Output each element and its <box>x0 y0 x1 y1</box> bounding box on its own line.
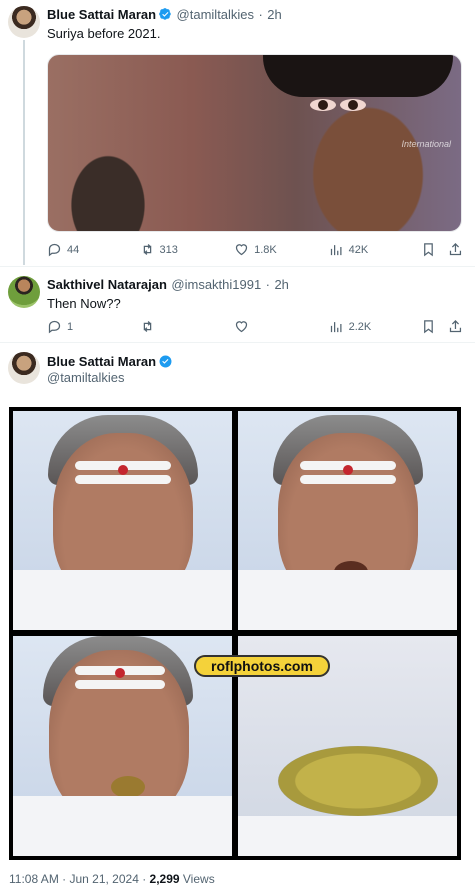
bookmark-icon[interactable] <box>421 242 436 257</box>
divider <box>0 342 475 343</box>
view-count: 2.2K <box>348 320 372 333</box>
media-panel <box>238 411 457 630</box>
divider <box>0 266 475 267</box>
thread-line <box>23 40 25 265</box>
author-name[interactable]: Blue Sattai Maran <box>47 354 156 369</box>
media-watermark: International <box>401 139 451 149</box>
avatar[interactable] <box>8 6 40 38</box>
media-figure-hair <box>263 55 453 97</box>
like-button[interactable]: 1.8K <box>234 242 329 257</box>
author-name[interactable]: Sakthivel Natarajan <box>47 277 167 292</box>
views-icon <box>330 245 342 256</box>
views-count: 2,299 <box>149 872 180 886</box>
avatar[interactable] <box>8 352 40 384</box>
views-icon <box>330 322 342 333</box>
author-name[interactable]: Blue Sattai Maran <box>47 7 156 22</box>
tweet-timestamp[interactable]: 11:08 AM · Jun 21, 2024 · <box>9 872 150 886</box>
like-count: 1.8K <box>254 243 277 256</box>
tweet-header: Sakthivel Natarajan @imsakthi1991 · 2h <box>47 276 289 294</box>
view-count: 42K <box>348 243 369 256</box>
views-button[interactable]: 2.2K <box>329 319 422 334</box>
media-watermark: roflphotos.com <box>194 655 330 677</box>
verified-badge-icon <box>159 8 171 20</box>
reply-icon <box>48 243 61 257</box>
author-block: Blue Sattai Maran <box>47 353 172 371</box>
media-figure-eye-left <box>310 99 336 111</box>
tweet-media-image[interactable]: International <box>47 54 462 232</box>
author-handle[interactable]: @imsakthi1991 <box>171 277 261 292</box>
share-icon[interactable] <box>448 242 463 257</box>
separator-dot: · <box>258 7 263 22</box>
separator-dot: · <box>265 277 270 292</box>
reply-count: 44 <box>67 243 80 256</box>
tweet-time[interactable]: 2h <box>267 7 281 22</box>
retweet-button[interactable]: 313 <box>140 242 235 257</box>
tweet-meta: 11:08 AM · Jun 21, 2024 · 2,299 Views <box>9 872 215 886</box>
like-icon <box>235 321 248 333</box>
views-button[interactable]: 42K <box>329 242 422 257</box>
share-icon[interactable] <box>448 319 463 334</box>
tweet-text: Then Now?? <box>47 296 121 311</box>
media-figure-eye-right <box>340 99 366 111</box>
retweet-icon <box>143 244 151 255</box>
reply-count: 1 <box>67 320 74 333</box>
tweet-text: Suriya before 2021. <box>47 26 161 41</box>
reply-button[interactable]: 44 <box>47 242 140 257</box>
like-icon <box>235 244 248 256</box>
reply-button[interactable]: 1 <box>47 319 140 334</box>
retweet-count: 313 <box>159 243 178 256</box>
avatar[interactable] <box>8 276 40 308</box>
tweet-actions: 1 2.2K <box>47 319 463 334</box>
author-handle[interactable]: @tamiltalkies <box>177 7 255 22</box>
retweet-icon <box>143 321 151 332</box>
bookmark-icon[interactable] <box>421 319 436 334</box>
retweet-button[interactable] <box>140 319 235 334</box>
tweet-time[interactable]: 2h <box>274 277 288 292</box>
tweet-header: Blue Sattai Maran @tamiltalkies · 2h <box>47 6 282 24</box>
media-panel <box>13 411 232 630</box>
author-handle[interactable]: @tamiltalkies <box>47 370 125 385</box>
like-button[interactable] <box>234 319 329 334</box>
tweet-media-image[interactable]: roflphotos.com <box>9 407 461 860</box>
views-label: Views <box>179 872 215 886</box>
reply-icon <box>48 320 61 334</box>
tweet-actions: 44 313 1.8K 42K <box>47 242 463 257</box>
verified-badge-icon <box>159 355 172 368</box>
